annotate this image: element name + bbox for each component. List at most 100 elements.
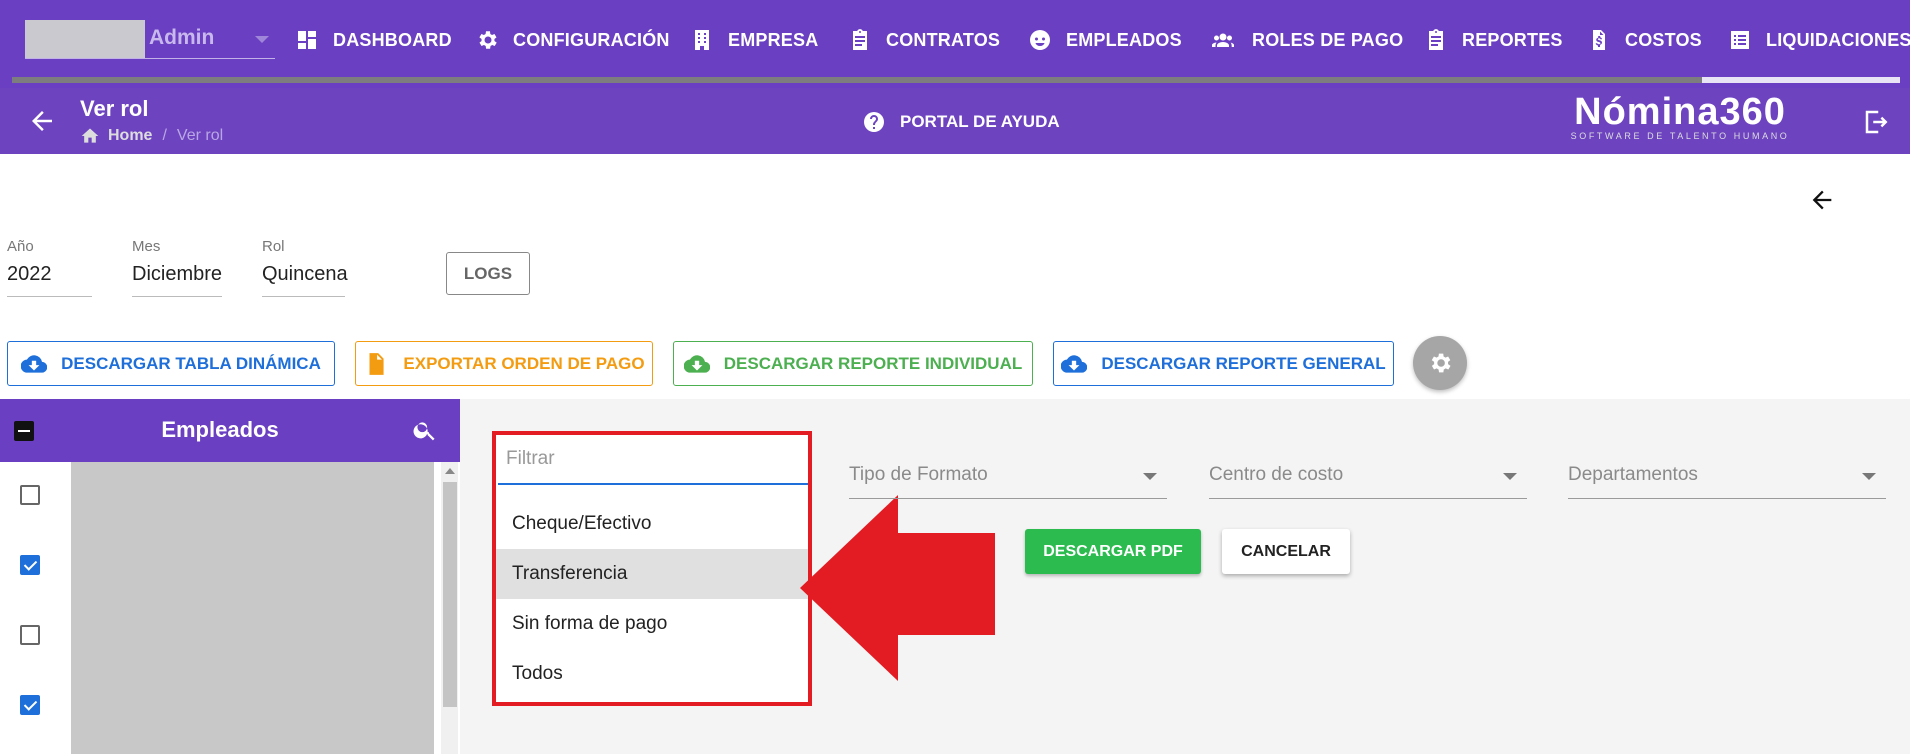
nav-item-liquidaciones[interactable]: LIQUIDACIONES [1728,22,1910,58]
brand-tagline: SOFTWARE DE TALENTO HUMANO [1570,131,1790,141]
dollar-document-icon [1593,30,1605,50]
home-icon [81,128,99,143]
caret-down-icon [1143,473,1157,480]
nav-item-roles-de-pago[interactable]: ROLES DE PAGO [1208,22,1403,58]
cost-center-select[interactable]: Centro de costo [1209,458,1527,499]
list-icon [1731,31,1749,49]
nav-progress-bar [12,77,1702,83]
building-icon [695,30,709,50]
nav-item-empresa[interactable]: EMPRESA [690,22,818,58]
face-icon [1030,30,1050,50]
option-cheque-efectivo[interactable]: Cheque/Efectivo [496,499,808,549]
download-pdf-button[interactable]: DESCARGAR PDF [1025,529,1201,574]
nav-item-empleados[interactable]: EMPLEADOS [1028,22,1182,58]
brand-name: Nómina360 [1574,91,1786,133]
cancel-button[interactable]: CANCELAR [1222,529,1350,574]
field-value: Diciembre [132,263,222,297]
format-type-select[interactable]: Tipo de Formato [849,458,1167,499]
nav-item-reportes[interactable]: REPORTES [1424,22,1563,58]
option-transferencia[interactable]: Transferencia [496,549,808,599]
avatar [25,20,145,58]
field-label: Año [7,238,34,255]
employee-checkbox[interactable] [20,485,40,505]
scrollbar[interactable] [441,462,458,754]
back-arrow-icon[interactable] [1808,186,1836,214]
nav-item-contratos[interactable]: CONTRATOS [848,22,1000,58]
back-arrow-icon[interactable] [27,106,57,136]
select-label: Centro de costo [1209,464,1344,485]
dashboard-icon [298,31,316,49]
download-general-report-button[interactable]: DESCARGAR REPORTE GENERAL [1053,341,1394,386]
select-label: Departamentos [1568,464,1698,485]
nav-item-costos[interactable]: COSTOS [1587,22,1702,58]
breadcrumb-separator: / [162,127,167,144]
scrollbar-thumb[interactable] [443,482,457,707]
search-icon[interactable] [412,417,438,443]
settings-button[interactable] [1413,336,1467,390]
filter-input[interactable] [498,435,808,485]
button-label: DESCARGAR TABLA DINÁMICA [61,353,321,373]
gear-icon [479,31,497,49]
download-pivot-table-button[interactable]: DESCARGAR TABLA DINÁMICA [7,341,335,386]
nav-item-configuracion[interactable]: CONFIGURACIÓN [475,22,670,58]
employees-title: Empleados [161,417,279,442]
month-field[interactable]: Mes Diciembre [132,238,222,297]
nav-item-label: ROLES DE PAGO [1252,29,1404,50]
select-label: Tipo de Formato [849,464,988,485]
nav-item-label: COSTOS [1625,29,1702,50]
employees-panel-header: Empleados [0,399,460,462]
brand-logo: Nómina360 SOFTWARE DE TALENTO HUMANO [1565,90,1795,141]
nav-item-label: EMPRESA [728,29,819,50]
departments-select[interactable]: Departamentos [1568,458,1886,499]
option-sin-forma-de-pago[interactable]: Sin forma de pago [496,599,808,649]
caret-down-icon [1503,473,1517,480]
field-label: Rol [262,238,285,255]
nav-item-label: CONTRATOS [886,29,1001,50]
gear-icon [1431,353,1451,373]
role-field[interactable]: Rol Quincena [262,238,348,297]
logs-button[interactable]: LOGS [446,252,530,295]
field-value: Quincena [262,263,348,297]
field-value: 2022 [7,263,92,297]
download-individual-report-button[interactable]: DESCARGAR REPORTE INDIVIDUAL [673,341,1033,386]
option-todos[interactable]: Todos [496,649,808,699]
document-icon [369,352,384,375]
button-label: DESCARGAR REPORTE INDIVIDUAL [723,353,1023,373]
group-icon [1212,33,1234,47]
help-icon [864,112,884,132]
export-payment-order-button[interactable]: EXPORTAR ORDEN DE PAGO [355,341,653,386]
help-portal-link[interactable]: PORTAL DE AYUDA [862,110,1060,134]
nav-item-label: DASHBOARD [333,29,452,50]
breadcrumb-current: Ver rol [176,127,224,144]
nav-item-label: EMPLEADOS [1066,29,1182,50]
employee-checkbox[interactable] [20,555,40,575]
scroll-up-arrow[interactable] [445,468,455,474]
page-title: Ver rol [80,96,149,121]
top-nav-bar: Admin DASHBOARD CONFIGURACIÓN EMPRESA CO… [0,0,1910,88]
page-header: Ver rol Home / Ver rol PORTAL DE AYUDA N… [0,88,1910,154]
nav-item-label: CONFIGURACIÓN [513,29,670,50]
breadcrumb-home[interactable]: Home [108,127,152,145]
nav-item-dashboard[interactable]: DASHBOARD [295,22,452,58]
cloud-download-icon [21,354,48,373]
user-name: Admin [149,26,215,49]
caret-down-icon [1862,473,1876,480]
year-field[interactable]: Año 2022 [7,238,92,297]
employee-names-redacted [71,462,434,754]
employee-checkbox[interactable] [20,695,40,715]
cloud-download-icon [1061,354,1088,373]
button-label: DESCARGAR REPORTE GENERAL [1101,353,1386,373]
field-label: Mes [132,238,161,255]
breadcrumb: Home / Ver rol [80,126,223,146]
user-menu[interactable]: Admin [25,20,275,59]
nav-progress-remainder [1702,77,1900,83]
chevron-down-icon[interactable] [255,36,269,43]
logout-icon[interactable] [1862,107,1892,137]
cloud-download-icon [683,354,710,373]
payment-method-dropdown: Cheque/Efectivo Transferencia Sin forma … [492,431,812,706]
help-portal-label: PORTAL DE AYUDA [900,112,1060,131]
clipboard-icon [1429,29,1443,50]
red-arrow-annotation [800,495,995,681]
employees-list [0,462,460,754]
employee-checkbox[interactable] [20,625,40,645]
